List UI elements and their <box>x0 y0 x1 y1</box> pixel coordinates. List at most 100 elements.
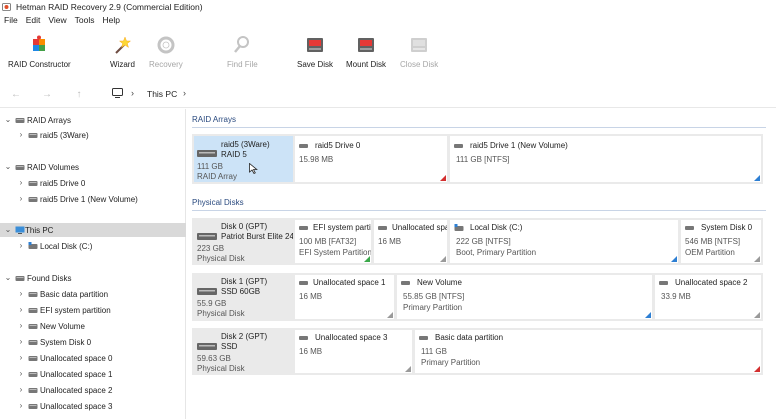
tree-label: Unallocated space 3 <box>40 401 113 411</box>
partition-desc: Boot, Primary Partition <box>456 248 537 257</box>
raid-drive-icon <box>197 150 217 157</box>
back-arrow-icon[interactable]: ← <box>9 87 23 101</box>
raid-constructor-button[interactable]: RAID Constructor <box>8 34 71 69</box>
section-title-physical-disks: Physical Disks <box>192 198 244 207</box>
tree-label: RAID Volumes <box>27 162 80 172</box>
close-disk-icon <box>411 38 428 52</box>
hdd-icon <box>197 233 217 240</box>
menu-file[interactable]: File <box>4 15 18 25</box>
partition-desc: Primary Partition <box>421 358 481 367</box>
breadcrumb-chevron-icon[interactable]: › <box>183 88 186 98</box>
menu-view[interactable]: View <box>48 15 66 25</box>
tree-item-raid5-drive1[interactable]: › raid5 Drive 1 (New Volume) <box>0 192 186 206</box>
partition-name: Local Disk (C:) <box>470 223 523 232</box>
up-arrow-icon[interactable]: ↑ <box>72 87 86 101</box>
partition-card-unallocated-3[interactable]: Unallocated space 3 16 MB <box>295 330 412 373</box>
chevron-down-icon[interactable]: ⌄ <box>4 274 12 282</box>
menu-help[interactable]: Help <box>102 15 119 25</box>
chevron-right-icon[interactable]: › <box>17 370 25 378</box>
chevron-down-icon[interactable]: ⌄ <box>4 116 12 124</box>
tree-item-raid-arrays[interactable]: ⌄ RAID Arrays <box>0 113 186 127</box>
partition-card-system-disk-0[interactable]: System Disk 0 546 MB [NTFS] OEM Partitio… <box>681 220 761 263</box>
partition-card-unallocated-1[interactable]: Unallocated space 1 16 MB <box>295 275 394 319</box>
tree-label: raid5 (3Ware) <box>40 130 89 140</box>
chevron-right-icon[interactable]: › <box>17 131 25 139</box>
find-file-button[interactable]: Find File <box>227 34 258 69</box>
tree-item-unallocated-2[interactable]: › Unallocated space 2 <box>0 383 186 397</box>
tree-item-raid5-3ware[interactable]: › raid5 (3Ware) <box>0 128 186 142</box>
toolbar-divider <box>0 107 776 108</box>
chevron-right-icon[interactable]: › <box>17 338 25 346</box>
raid-name: raid5 (3Ware) <box>221 140 270 149</box>
tree-item-unallocated-3[interactable]: › Unallocated space 3 <box>0 399 186 413</box>
status-corner-green <box>364 256 370 262</box>
drive-icon <box>15 276 25 281</box>
partition-desc: EFI System Partition <box>299 248 371 257</box>
tree-item-this-pc[interactable]: ⌄ This PC <box>0 223 186 237</box>
chevron-down-icon[interactable]: ⌄ <box>4 226 12 234</box>
chevron-right-icon[interactable]: › <box>17 354 25 362</box>
partition-size: 15.98 MB <box>299 155 334 164</box>
partition-name: New Volume <box>417 278 462 287</box>
chevron-right-icon[interactable]: › <box>17 290 25 298</box>
drive-icon <box>28 133 38 138</box>
wizard-button[interactable]: Wizard <box>110 34 135 69</box>
tree-item-new-volume[interactable]: › New Volume <box>0 319 186 333</box>
disk2-card[interactable]: Disk 2 (GPT) SSD 59.63 GB Physical Disk <box>194 330 293 373</box>
chevron-right-icon[interactable]: › <box>17 386 25 394</box>
raid-array-card[interactable]: raid5 (3Ware) RAID 5 111 GB RAID Array <box>194 136 293 182</box>
drive-icon <box>15 118 25 123</box>
drive-icon <box>28 324 38 329</box>
partition-card-unallocated-0[interactable]: Unallocated space 0 16 MB <box>374 220 447 263</box>
breadcrumb-this-pc[interactable]: This PC <box>147 89 177 99</box>
drive-icon <box>454 144 463 148</box>
save-disk-button[interactable]: Save Disk <box>297 34 333 69</box>
chevron-down-icon[interactable]: ⌄ <box>4 163 12 171</box>
chevron-right-icon[interactable]: › <box>17 179 25 187</box>
tree-item-basic-data-partition[interactable]: › Basic data partition <box>0 287 186 301</box>
menu-tools[interactable]: Tools <box>75 15 95 25</box>
tree-item-raid5-drive0[interactable]: › raid5 Drive 0 <box>0 176 186 190</box>
chevron-right-icon[interactable]: › <box>17 322 25 330</box>
disk-size: 55.9 GB <box>197 299 227 308</box>
disk-name: Disk 2 (GPT) <box>221 332 268 341</box>
disk-name: Disk 1 (GPT) <box>221 277 268 286</box>
partition-card-raid5-drive1[interactable]: raid5 Drive 1 (New Volume) 111 GB [NTFS] <box>450 136 761 182</box>
drive-icon <box>401 281 410 285</box>
tree-item-unallocated-0[interactable]: › Unallocated space 0 <box>0 351 186 365</box>
menu-edit[interactable]: Edit <box>26 15 41 25</box>
forward-arrow-icon[interactable]: → <box>40 87 54 101</box>
tree-item-unallocated-1[interactable]: › Unallocated space 1 <box>0 367 186 381</box>
mount-disk-button[interactable]: Mount Disk <box>346 34 386 69</box>
partition-name: raid5 Drive 1 (New Volume) <box>470 141 568 150</box>
tree-item-efi-system-partition[interactable]: › EFI system partition <box>0 303 186 317</box>
recovery-button[interactable]: Recovery <box>149 34 183 69</box>
chevron-right-icon[interactable]: › <box>17 306 25 314</box>
tree-item-raid-volumes[interactable]: ⌄ RAID Volumes <box>0 160 186 174</box>
disk-view: RAID Arrays raid5 (3Ware) RAID 5 111 GB … <box>187 109 776 419</box>
chevron-right-icon[interactable]: › <box>17 242 25 250</box>
partition-card-new-volume[interactable]: New Volume 55.85 GB [NTFS] Primary Parti… <box>397 275 652 319</box>
partition-card-unallocated-2[interactable]: Unallocated space 2 33.9 MB <box>655 275 761 319</box>
raid-constructor-label: RAID Constructor <box>8 60 71 69</box>
partition-card-local-disk-c[interactable]: Local Disk (C:) 222 GB [NTFS] Boot, Prim… <box>450 220 678 263</box>
status-corner-blue <box>754 175 760 181</box>
partition-card-efi[interactable]: EFI system partition 100 MB [FAT32] EFI … <box>295 220 371 263</box>
save-disk-label: Save Disk <box>297 60 334 69</box>
disk0-card[interactable]: Disk 0 (GPT) Patriot Burst Elite 24 223 … <box>194 220 293 263</box>
close-disk-button[interactable]: Close Disk <box>400 34 438 69</box>
disk1-card[interactable]: Disk 1 (GPT) SSD 60GB 55.9 GB Physical D… <box>194 275 293 319</box>
hdd-icon <box>197 288 217 295</box>
partition-card-basic-data[interactable]: Basic data partition 111 GB Primary Part… <box>415 330 761 373</box>
tree-item-found-disks[interactable]: ⌄ Found Disks <box>0 271 186 285</box>
tree-item-system-disk-0[interactable]: › System Disk 0 <box>0 335 186 349</box>
partition-card-raid5-drive0[interactable]: raid5 Drive 0 15.98 MB <box>295 136 447 182</box>
disk-size: 223 GB <box>197 244 225 253</box>
partition-size: 546 MB [NTFS] <box>685 237 741 246</box>
partition-desc: OEM Partition <box>685 248 735 257</box>
chevron-right-icon[interactable]: › <box>17 195 25 203</box>
status-corner-gray <box>754 312 760 318</box>
tree-item-local-disk-c[interactable]: › Local Disk (C:) <box>0 239 186 253</box>
chevron-right-icon[interactable]: › <box>17 402 25 410</box>
status-corner-red <box>754 366 760 372</box>
